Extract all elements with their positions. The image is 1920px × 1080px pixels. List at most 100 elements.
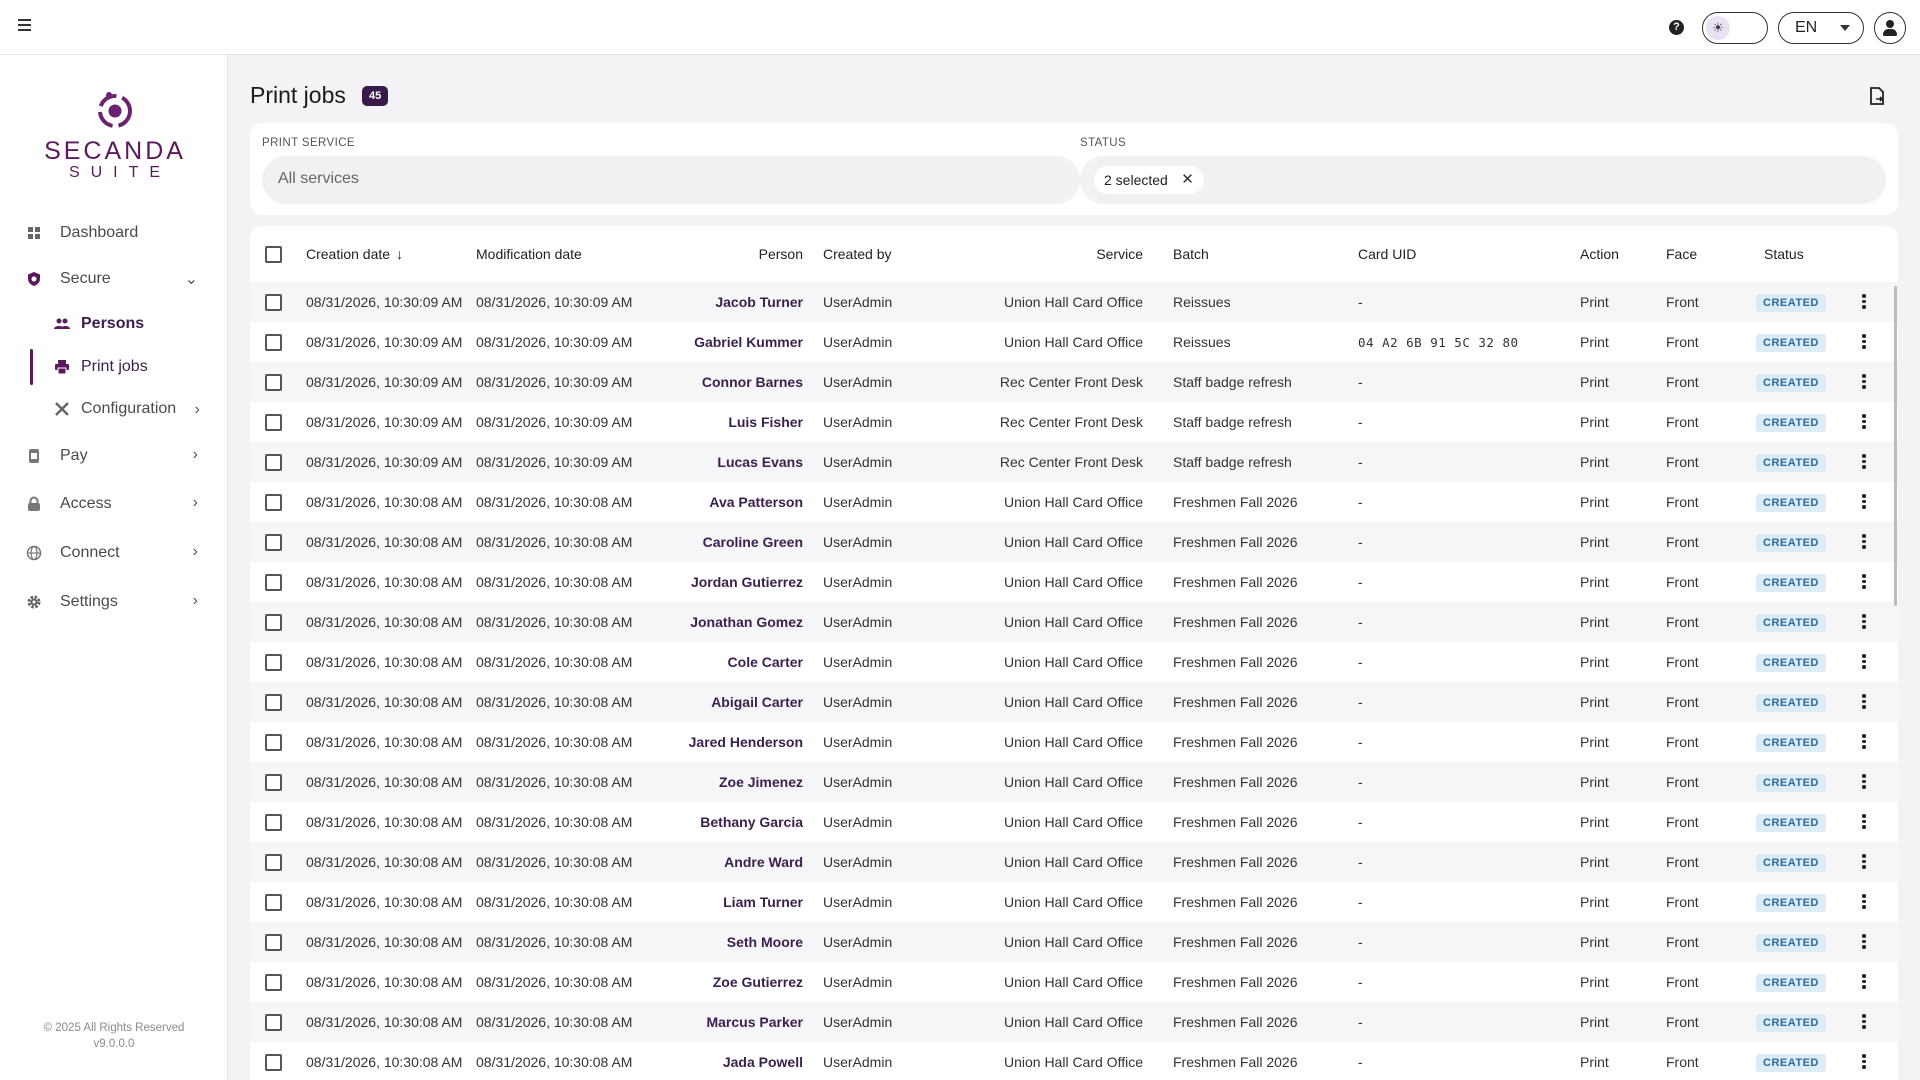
row-checkbox[interactable] [265,333,282,351]
sidebar-item-configuration[interactable]: Configuration › [30,391,228,427]
table-row[interactable]: 08/31/2026, 10:30:09 AM 08/31/2026, 10:30… [250,282,1898,322]
menu-icon[interactable] [16,19,34,35]
more-options-icon[interactable] [1862,654,1866,671]
table-row[interactable]: 08/31/2026, 10:30:08 AM 08/31/2026, 10:30… [250,1042,1898,1080]
table-row[interactable]: 08/31/2026, 10:30:08 AM 08/31/2026, 10:30… [250,722,1898,762]
sidebar-item-print-jobs[interactable]: Print jobs [30,349,228,385]
row-checkbox[interactable] [265,1013,282,1031]
person-cell[interactable]: Caroline Green [633,522,803,562]
row-checkbox[interactable] [265,453,282,471]
row-checkbox[interactable] [265,573,282,591]
row-checkbox[interactable] [265,693,282,711]
print-service-select[interactable]: All services [262,156,1080,204]
table-row[interactable]: 08/31/2026, 10:30:09 AM 08/31/2026, 10:30… [250,362,1898,402]
table-row[interactable]: 08/31/2026, 10:30:09 AM 08/31/2026, 10:30… [250,402,1898,442]
column-created-by[interactable]: Created by [823,226,983,282]
row-checkbox[interactable] [265,773,282,791]
more-options-icon[interactable] [1862,1054,1866,1071]
export-document-icon[interactable] [1869,87,1885,105]
column-action[interactable]: Action [1580,226,1666,282]
column-status[interactable]: Status [1756,226,1852,282]
sidebar-item-secure[interactable]: Secure ⌄ [0,259,228,299]
person-cell[interactable]: Cole Carter [633,642,803,682]
more-options-icon[interactable] [1862,454,1866,471]
person-cell[interactable]: Jada Powell [633,1042,803,1080]
column-card-uid[interactable]: Card UID [1358,226,1580,282]
status-select[interactable]: 2 selected ✕ [1080,156,1886,204]
column-person[interactable]: Person [633,226,803,282]
person-cell[interactable]: Luis Fisher [633,402,803,442]
person-cell[interactable]: Andre Ward [633,842,803,882]
row-checkbox[interactable] [265,733,282,751]
more-options-icon[interactable] [1862,574,1866,591]
row-checkbox[interactable] [265,893,282,911]
person-cell[interactable]: Gabriel Kummer [633,322,803,362]
person-cell[interactable]: Zoe Jimenez [633,762,803,802]
sidebar-item-pay[interactable]: Pay › [0,436,228,476]
person-cell[interactable]: Jared Henderson [633,722,803,762]
column-modification-date[interactable]: Modification date [476,226,633,282]
person-cell[interactable]: Seth Moore [633,922,803,962]
row-checkbox[interactable] [265,1053,282,1071]
more-options-icon[interactable] [1862,974,1866,991]
more-options-icon[interactable] [1862,334,1866,351]
table-row[interactable]: 08/31/2026, 10:30:08 AM 08/31/2026, 10:30… [250,802,1898,842]
table-row[interactable]: 08/31/2026, 10:30:08 AM 08/31/2026, 10:30… [250,482,1898,522]
column-service[interactable]: Service [983,226,1143,282]
help-icon[interactable]: ? [1669,20,1684,35]
person-cell[interactable]: Jacob Turner [633,282,803,322]
theme-toggle[interactable]: ☀ [1702,12,1768,44]
language-select[interactable]: EN [1778,12,1864,44]
more-options-icon[interactable] [1862,534,1866,551]
person-cell[interactable]: Abigail Carter [633,682,803,722]
row-checkbox[interactable] [265,973,282,991]
more-options-icon[interactable] [1862,614,1866,631]
row-checkbox[interactable] [265,613,282,631]
sidebar-item-connect[interactable]: Connect › [0,533,228,573]
more-options-icon[interactable] [1862,494,1866,511]
more-options-icon[interactable] [1862,374,1866,391]
table-row[interactable]: 08/31/2026, 10:30:09 AM 08/31/2026, 10:30… [250,322,1898,362]
more-options-icon[interactable] [1862,734,1866,751]
sidebar-item-persons[interactable]: Persons [30,306,228,342]
user-account-button[interactable] [1874,12,1906,44]
column-batch[interactable]: Batch [1173,226,1358,282]
select-all-checkbox[interactable] [265,245,282,263]
table-row[interactable]: 08/31/2026, 10:30:08 AM 08/31/2026, 10:30… [250,882,1898,922]
more-options-icon[interactable] [1862,294,1866,311]
more-options-icon[interactable] [1862,414,1866,431]
table-row[interactable]: 08/31/2026, 10:30:08 AM 08/31/2026, 10:30… [250,562,1898,602]
table-row[interactable]: 08/31/2026, 10:30:08 AM 08/31/2026, 10:30… [250,922,1898,962]
more-options-icon[interactable] [1862,774,1866,791]
sidebar-item-settings[interactable]: Settings › [0,582,228,622]
brand-logo[interactable]: SECANDA SUITE [30,90,200,181]
table-row[interactable]: 08/31/2026, 10:30:08 AM 08/31/2026, 10:30… [250,682,1898,722]
person-cell[interactable]: Lucas Evans [633,442,803,482]
person-cell[interactable]: Ava Patterson [633,482,803,522]
table-row[interactable]: 08/31/2026, 10:30:08 AM 08/31/2026, 10:30… [250,1002,1898,1042]
table-row[interactable]: 08/31/2026, 10:30:08 AM 08/31/2026, 10:30… [250,842,1898,882]
person-cell[interactable]: Jordan Gutierrez [633,562,803,602]
row-checkbox[interactable] [265,373,282,391]
row-checkbox[interactable] [265,533,282,551]
column-creation-date[interactable]: Creation date ↓ [306,226,476,282]
more-options-icon[interactable] [1862,854,1866,871]
row-checkbox[interactable] [265,813,282,831]
clear-status-icon[interactable]: ✕ [1181,166,1194,194]
row-checkbox[interactable] [265,653,282,671]
more-options-icon[interactable] [1862,894,1866,911]
more-options-icon[interactable] [1862,814,1866,831]
person-cell[interactable]: Bethany Garcia [633,802,803,842]
table-row[interactable]: 08/31/2026, 10:30:08 AM 08/31/2026, 10:30… [250,962,1898,1002]
person-cell[interactable]: Zoe Gutierrez [633,962,803,1002]
more-options-icon[interactable] [1862,934,1866,951]
more-options-icon[interactable] [1862,694,1866,711]
row-checkbox[interactable] [265,293,282,311]
more-options-icon[interactable] [1862,1014,1866,1031]
person-cell[interactable]: Liam Turner [633,882,803,922]
sidebar-item-access[interactable]: Access › [0,484,228,524]
row-checkbox[interactable] [265,413,282,431]
table-row[interactable]: 08/31/2026, 10:30:08 AM 08/31/2026, 10:30… [250,602,1898,642]
row-checkbox[interactable] [265,493,282,511]
table-row[interactable]: 08/31/2026, 10:30:08 AM 08/31/2026, 10:30… [250,642,1898,682]
